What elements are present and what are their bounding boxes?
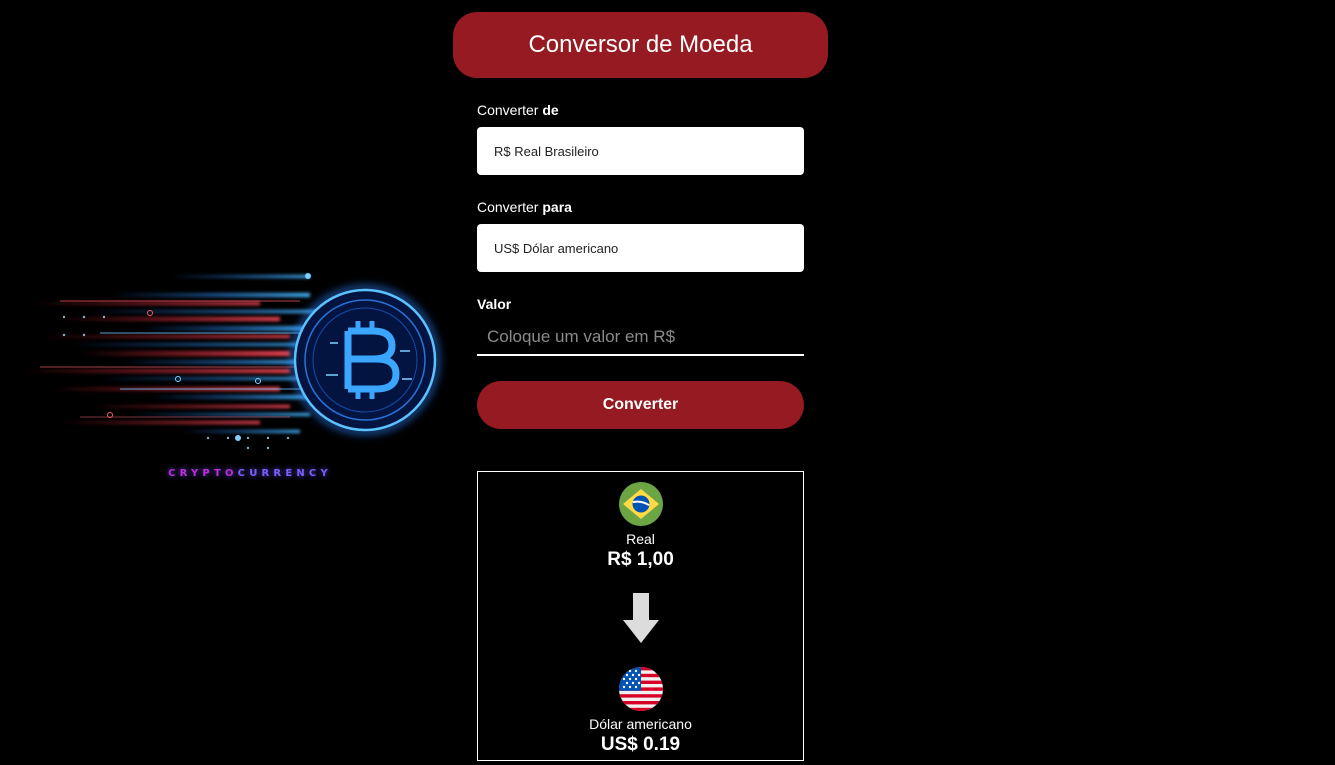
arrow-down-icon xyxy=(622,593,659,643)
converter-form: Converter de R$ Real Brasileiro Converte… xyxy=(477,100,804,429)
from-currency-value: R$ 1,00 xyxy=(607,549,674,570)
amount-label: Valor xyxy=(477,294,804,314)
to-currency-name: Dólar americano xyxy=(589,716,692,732)
crypto-caption-part1: CRYPTO xyxy=(168,468,238,479)
to-currency-label-prefix: Converter xyxy=(477,199,543,215)
to-currency-select[interactable]: US$ Dólar americano xyxy=(477,224,804,272)
crypto-caption: CRYPTOCURRENCY xyxy=(0,468,500,479)
to-currency-label: Converter para xyxy=(477,197,804,217)
amount-label-text: Valor xyxy=(477,296,512,312)
crypto-caption-part2: CURRENCY xyxy=(237,468,332,479)
app-header: Conversor de Moeda xyxy=(453,12,828,78)
usa-flag-icon xyxy=(618,667,663,711)
from-currency-select[interactable]: R$ Real Brasileiro xyxy=(477,127,804,175)
from-currency-name: Real xyxy=(626,531,655,547)
from-currency-label: Converter de xyxy=(477,100,804,120)
from-currency-label-bold: de xyxy=(542,102,559,118)
bitcoin-icon xyxy=(20,270,450,450)
brazil-flag-icon xyxy=(618,482,663,526)
to-currency-selected: US$ Dólar americano xyxy=(494,240,619,256)
result-box: Real R$ 1,00 Dólar americano US$ 0.19 xyxy=(477,471,804,761)
amount-input[interactable] xyxy=(477,319,804,356)
from-currency-selected: R$ Real Brasileiro xyxy=(494,143,599,159)
from-currency-label-prefix: Converter xyxy=(477,102,543,118)
page-title: Conversor de Moeda xyxy=(528,31,753,58)
to-currency-label-bold: para xyxy=(542,199,572,215)
page: CRYPTOCURRENCY Conversor de Moeda Conver… xyxy=(0,0,1335,765)
convert-button[interactable]: Converter xyxy=(477,381,804,429)
to-currency-value: US$ 0.19 xyxy=(600,734,681,755)
